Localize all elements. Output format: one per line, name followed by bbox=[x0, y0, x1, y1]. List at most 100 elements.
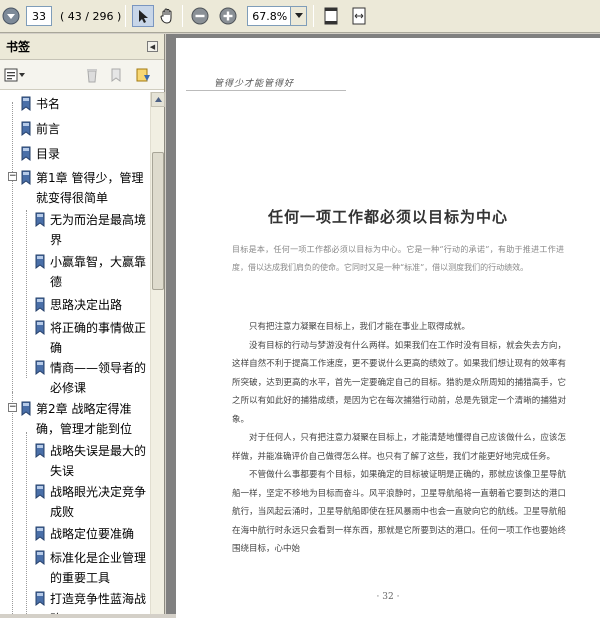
new-bookmark-icon[interactable] bbox=[109, 67, 125, 83]
bookmark-label: 书名 bbox=[36, 97, 61, 111]
zoom-out-button[interactable] bbox=[189, 5, 211, 27]
separator bbox=[125, 5, 127, 27]
fit-page-icon bbox=[324, 7, 338, 25]
bookmark-item[interactable]: 第2章 战略定得准确，管理才能到位 bbox=[20, 399, 148, 439]
plus-circle-icon bbox=[219, 7, 237, 25]
bookmark-label: 无为而治是最高境界 bbox=[50, 213, 147, 247]
bookmark-item[interactable]: 前言 bbox=[20, 119, 148, 139]
bookmark-icon bbox=[35, 591, 45, 606]
bookmark-icon bbox=[21, 96, 31, 111]
options-menu-button[interactable] bbox=[4, 68, 25, 82]
bookmark-icon bbox=[21, 401, 31, 416]
bookmark-item[interactable]: 小赢靠智，大赢靠德 bbox=[34, 252, 148, 292]
scroll-up-button[interactable] bbox=[151, 92, 165, 107]
hand-tool-button[interactable] bbox=[156, 5, 178, 27]
section-intro: 目标是本，任何一项工作都必须以目标为中心。它是一种“行动的承诺”，有助于推进工作… bbox=[232, 245, 564, 272]
bookmark-icon bbox=[35, 297, 45, 312]
collapse-toggle[interactable]: − bbox=[8, 403, 17, 412]
chevron-down-icon bbox=[294, 13, 303, 18]
page-count: ( 43 / 296 ) bbox=[60, 9, 122, 23]
bookmark-label: 打造竞争性蓝海战略 bbox=[50, 592, 147, 614]
minus-circle-icon bbox=[191, 7, 209, 25]
fit-width-icon bbox=[352, 7, 366, 25]
panel-title: 书签 bbox=[6, 40, 31, 54]
hand-icon bbox=[160, 8, 172, 24]
page-number: · 32 · bbox=[376, 592, 400, 602]
bookmark-label: 战略定位要准确 bbox=[50, 527, 135, 541]
chevron-down-icon bbox=[19, 72, 25, 77]
bookmark-icon bbox=[35, 360, 45, 375]
bookmark-icon bbox=[35, 212, 45, 227]
separator bbox=[313, 5, 315, 27]
bookmark-label: 战略眼光决定竞争成败 bbox=[50, 485, 147, 519]
zoom-in-button[interactable] bbox=[217, 5, 239, 27]
paragraph: 没有目标的行动与梦游没有什么两样。如果我们在工作时没有目标，就会失去方向，这样自… bbox=[232, 340, 566, 425]
bookmark-icon bbox=[35, 254, 45, 269]
bookmarks-scrollbar[interactable] bbox=[150, 92, 165, 614]
scrollbar-thumb[interactable] bbox=[152, 152, 164, 290]
bookmark-label: 战略失误是最大的失误 bbox=[50, 444, 147, 478]
bookmark-icon bbox=[21, 121, 31, 136]
bookmark-item[interactable]: 第1章 管得少，管理就变得很简单 bbox=[20, 168, 148, 208]
paragraph: 不管做什么事都要有个目标，如果确定的目标被证明是正确的，那就应该像卫星导航船一样… bbox=[232, 470, 566, 554]
bookmarks-panel-header: 书签 ◀ bbox=[0, 34, 164, 60]
bookmark-item[interactable]: 将正确的事情做正确 bbox=[34, 318, 148, 358]
bookmark-label: 思路决定出路 bbox=[50, 298, 123, 312]
bookmark-label: 第2章 战略定得准确，管理才能到位 bbox=[36, 402, 133, 436]
bookmarks-toolbar bbox=[0, 60, 164, 90]
document-viewport[interactable]: 管得少才能管得好 任何一项工作都必须以目标为中心 目标是本，任何一项工作都必须以… bbox=[166, 34, 600, 618]
bookmark-label: 第1章 管得少，管理就变得很简单 bbox=[36, 171, 144, 205]
bookmark-icon bbox=[21, 146, 31, 161]
bookmark-label: 目录 bbox=[36, 147, 61, 161]
bookmark-icon bbox=[35, 320, 45, 335]
tree-line bbox=[12, 102, 13, 392]
arrow-up-icon bbox=[154, 97, 162, 102]
bookmark-label: 标准化是企业管理的重要工具 bbox=[50, 551, 147, 585]
paragraph: 只有把注意力凝聚在目标上，我们才能在事业上取得成就。 bbox=[249, 322, 471, 332]
running-header: 管得少才能管得好 bbox=[214, 79, 295, 89]
select-tool-button[interactable] bbox=[132, 5, 155, 27]
fit-page-button[interactable] bbox=[320, 5, 342, 27]
bookmark-item[interactable]: 目录 bbox=[20, 144, 148, 164]
bookmark-item[interactable]: 书名 bbox=[20, 94, 148, 114]
bookmark-item[interactable]: 战略定位要准确 bbox=[34, 524, 148, 544]
bookmarks-panel: 书签 ◀ 书名 前言 目录 − 第1章 管得少，管理就变得很简单 无为而治是最高… bbox=[0, 34, 165, 614]
bookmark-icon bbox=[35, 443, 45, 458]
collapse-toggle[interactable]: − bbox=[8, 172, 17, 181]
page-number-input[interactable]: 33 bbox=[26, 6, 52, 26]
tree-line bbox=[12, 392, 13, 614]
bookmark-icon bbox=[21, 170, 31, 185]
bookmark-label: 情商——领导者的必修课 bbox=[50, 361, 147, 395]
bookmark-item[interactable]: 标准化是企业管理的重要工具 bbox=[34, 548, 148, 588]
zoom-dropdown-button[interactable] bbox=[291, 6, 308, 26]
cursor-arrow-icon bbox=[139, 10, 149, 23]
bookmark-item[interactable]: 情商——领导者的必修课 bbox=[34, 358, 148, 398]
bookmark-label: 小赢靠智，大赢靠德 bbox=[50, 255, 147, 289]
toolbar: 33 ( 43 / 296 ) 67.8% bbox=[0, 0, 600, 33]
bookmark-item[interactable]: 战略眼光决定竞争成败 bbox=[34, 482, 148, 522]
bookmark-icon bbox=[35, 550, 45, 565]
bookmark-item[interactable]: 战略失误是最大的失误 bbox=[34, 441, 148, 481]
expand-bookmark-icon[interactable] bbox=[135, 67, 151, 83]
section-body: 只有把注意力凝聚在目标上，我们才能在事业上取得成就。 没有目标的行动与梦游没有什… bbox=[232, 318, 566, 559]
bookmark-label: 将正确的事情做正确 bbox=[50, 321, 147, 355]
bookmark-label: 前言 bbox=[36, 122, 61, 136]
fit-width-button[interactable] bbox=[348, 5, 370, 27]
bookmark-icon bbox=[35, 526, 45, 541]
zoom-level-input[interactable]: 67.8% bbox=[247, 6, 292, 26]
bookmark-item[interactable]: 思路决定出路 bbox=[34, 295, 148, 315]
section-title: 任何一项工作都必须以目标为中心 bbox=[267, 208, 508, 226]
separator bbox=[182, 5, 184, 27]
options-icon bbox=[4, 68, 18, 81]
next-page-button[interactable] bbox=[0, 5, 22, 27]
collapse-panel-button[interactable]: ◀ bbox=[147, 41, 158, 52]
paragraph: 对于任何人，只有把注意力凝聚在目标上，才能清楚地懂得自己应该做什么，应该怎样做，… bbox=[232, 433, 566, 462]
delete-bookmark-icon[interactable] bbox=[85, 67, 99, 83]
bookmark-item[interactable]: 打造竞争性蓝海战略 bbox=[34, 589, 148, 614]
bookmark-icon bbox=[35, 484, 45, 499]
bookmark-item[interactable]: 无为而治是最高境界 bbox=[34, 210, 148, 250]
tree-line bbox=[26, 432, 27, 614]
header-rule bbox=[186, 90, 346, 91]
document-page: 管得少才能管得好 任何一项工作都必须以目标为中心 目标是本，任何一项工作都必须以… bbox=[176, 38, 600, 618]
tree-line bbox=[26, 210, 27, 378]
